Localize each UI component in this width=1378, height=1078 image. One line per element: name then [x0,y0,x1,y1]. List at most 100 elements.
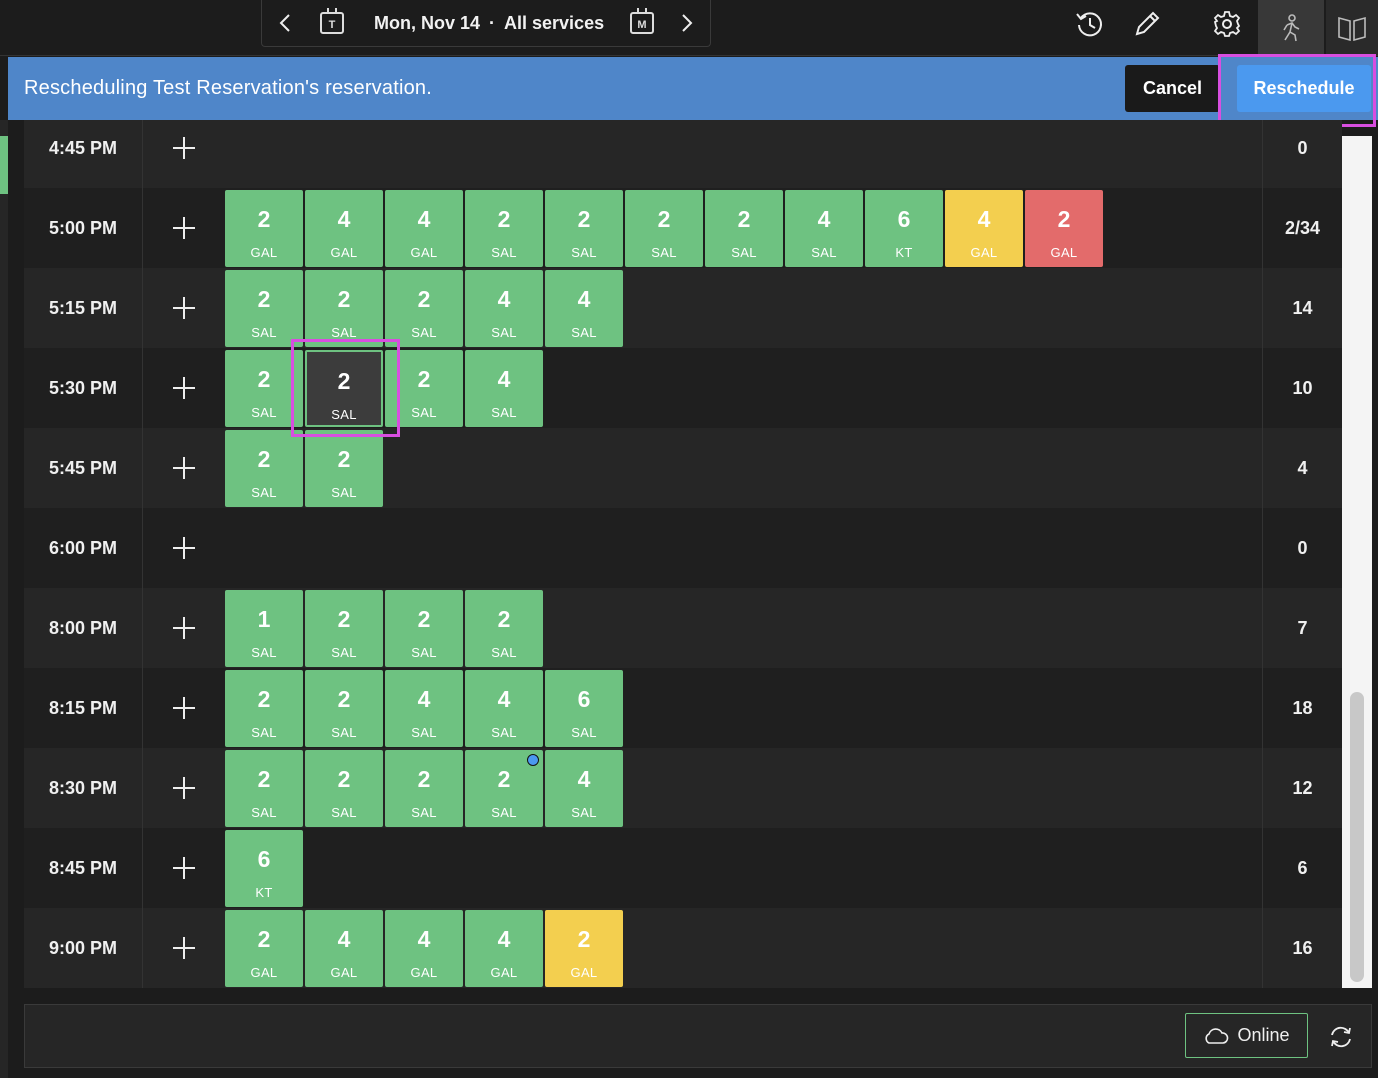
reservation-tile[interactable]: 6 KT [865,190,943,267]
add-reservation-icon[interactable] [169,453,199,483]
party-size: 4 [497,926,511,952]
edit-button[interactable] [1122,0,1172,47]
date-navigator: T Mon, Nov 14 · All services M [261,0,711,47]
reservation-tile[interactable]: 2 SAL [385,270,463,347]
reservation-tile[interactable]: 2 SAL [385,350,463,427]
add-reservation-icon[interactable] [169,773,199,803]
reservation-tile[interactable]: 4 GAL [945,190,1023,267]
section-code: SAL [411,405,437,420]
reservation-tile[interactable]: 2 SAL [305,670,383,747]
previous-day-button[interactable] [270,8,300,38]
reservation-tile[interactable]: 4 SAL [465,670,543,747]
section-code: SAL [331,645,357,660]
section-code: SAL [251,405,277,420]
month-view-button[interactable]: M [627,8,657,38]
reservation-tile[interactable]: 2 SAL [465,590,543,667]
walk-in-button[interactable] [1258,0,1324,55]
timeslot-covers-count: 14 [1262,268,1342,348]
reservation-tile[interactable]: 2 SAL [385,750,463,827]
timeslot-time: 4:45 PM [24,120,143,188]
reservation-tile[interactable]: 4 GAL [465,910,543,987]
reservation-tile[interactable]: 2 SAL [225,270,303,347]
today-button[interactable]: T [317,8,347,38]
reservation-tile[interactable]: 4 SAL [545,270,623,347]
party-size: 2 [1057,206,1071,232]
reservation-tile[interactable]: 6 KT [225,830,303,907]
section-code: GAL [970,245,998,260]
add-reservation-icon[interactable] [169,133,199,163]
scrollbar-thumb[interactable] [1350,692,1364,982]
section-code: SAL [331,485,357,500]
cancel-button[interactable]: Cancel [1125,65,1220,112]
party-size: 4 [977,206,991,232]
reservation-tile[interactable]: 2 GAL [225,910,303,987]
date-service-label[interactable]: Mon, Nov 14 · All services [374,13,604,34]
reservation-tile[interactable]: 2 GAL [1025,190,1103,267]
add-reservation-icon[interactable] [169,533,199,563]
party-size: 2 [337,368,351,394]
reservation-tile[interactable]: 2 GAL [225,190,303,267]
party-size: 2 [337,686,351,712]
party-size: 2 [337,446,351,472]
gear-icon [1213,10,1241,37]
reservation-tile[interactable]: 2 SAL [225,670,303,747]
reservation-tile[interactable]: 2 SAL [305,590,383,667]
reschedule-button[interactable]: Reschedule [1237,65,1371,112]
section-code: SAL [731,245,757,260]
reservation-tile[interactable]: 4 GAL [305,190,383,267]
section-code: GAL [1050,245,1078,260]
section-code: SAL [491,325,517,340]
next-day-button[interactable] [672,8,702,38]
reservation-tile[interactable]: 2 SAL [625,190,703,267]
reservation-tile[interactable]: 4 SAL [545,750,623,827]
reservation-tile[interactable]: 4 SAL [385,670,463,747]
reservation-tile[interactable]: 2 SAL [385,590,463,667]
reservation-tile[interactable]: 2 SAL [225,430,303,507]
history-button[interactable] [1065,0,1115,47]
reservation-tile[interactable]: 4 SAL [465,270,543,347]
timeslot-covers-count: 12 [1262,748,1342,828]
add-reservation-icon[interactable] [169,293,199,323]
party-size: 4 [497,366,511,392]
walk-in-icon [1283,13,1300,41]
reservation-tile[interactable]: 2 SAL [545,190,623,267]
reservation-tile[interactable]: 4 GAL [305,910,383,987]
add-reservation-icon[interactable] [169,373,199,403]
top-bar: T Mon, Nov 14 · All services M [0,0,1378,56]
add-reservation-icon[interactable] [169,213,199,243]
refresh-button[interactable] [1325,1021,1357,1053]
add-reservation-icon[interactable] [169,613,199,643]
reservation-tile[interactable]: 4 SAL [465,350,543,427]
reservation-tile[interactable]: 2 SAL [225,750,303,827]
reservation-tile[interactable]: 2 SAL [305,750,383,827]
timeslot-row: 9:00 PM 16 [24,908,1342,988]
add-reservation-icon[interactable] [169,693,199,723]
reservation-tile[interactable]: 2 SAL [305,270,383,347]
party-size: 2 [657,206,671,232]
book-button[interactable] [1326,0,1378,55]
reservation-tile[interactable]: 6 SAL [545,670,623,747]
reservation-tile[interactable]: 2 GAL [545,910,623,987]
add-reservation-icon[interactable] [169,853,199,883]
book-icon [1338,16,1366,41]
reservation-tile[interactable]: 4 GAL [385,190,463,267]
reservation-tile[interactable]: 2 SAL [305,430,383,507]
reservation-tile[interactable]: 4 GAL [385,910,463,987]
reservation-app: T Mon, Nov 14 · All services M Reschedul… [0,0,1378,1078]
timeslot-time: 9:00 PM [24,908,143,988]
party-size: 2 [337,286,351,312]
reservation-tile[interactable]: 2 SAL [705,190,783,267]
add-reservation-icon[interactable] [169,933,199,963]
reservation-tile[interactable]: 2 SAL [465,190,543,267]
reservation-tile[interactable]: 1 SAL [225,590,303,667]
online-status-button[interactable]: Online [1185,1013,1308,1058]
reservation-tile[interactable]: 4 SAL [785,190,863,267]
section-code: SAL [811,245,837,260]
settings-button[interactable] [1202,0,1252,47]
timeslot-row: 4:45 PM 0 [24,120,1342,188]
selected-reservation-tile[interactable]: 2 SAL [305,350,383,427]
reservation-tile[interactable]: 2 SAL [225,350,303,427]
party-size: 4 [577,286,591,312]
party-size: 2 [337,766,351,792]
timeslot-covers-count: 4 [1262,428,1342,508]
